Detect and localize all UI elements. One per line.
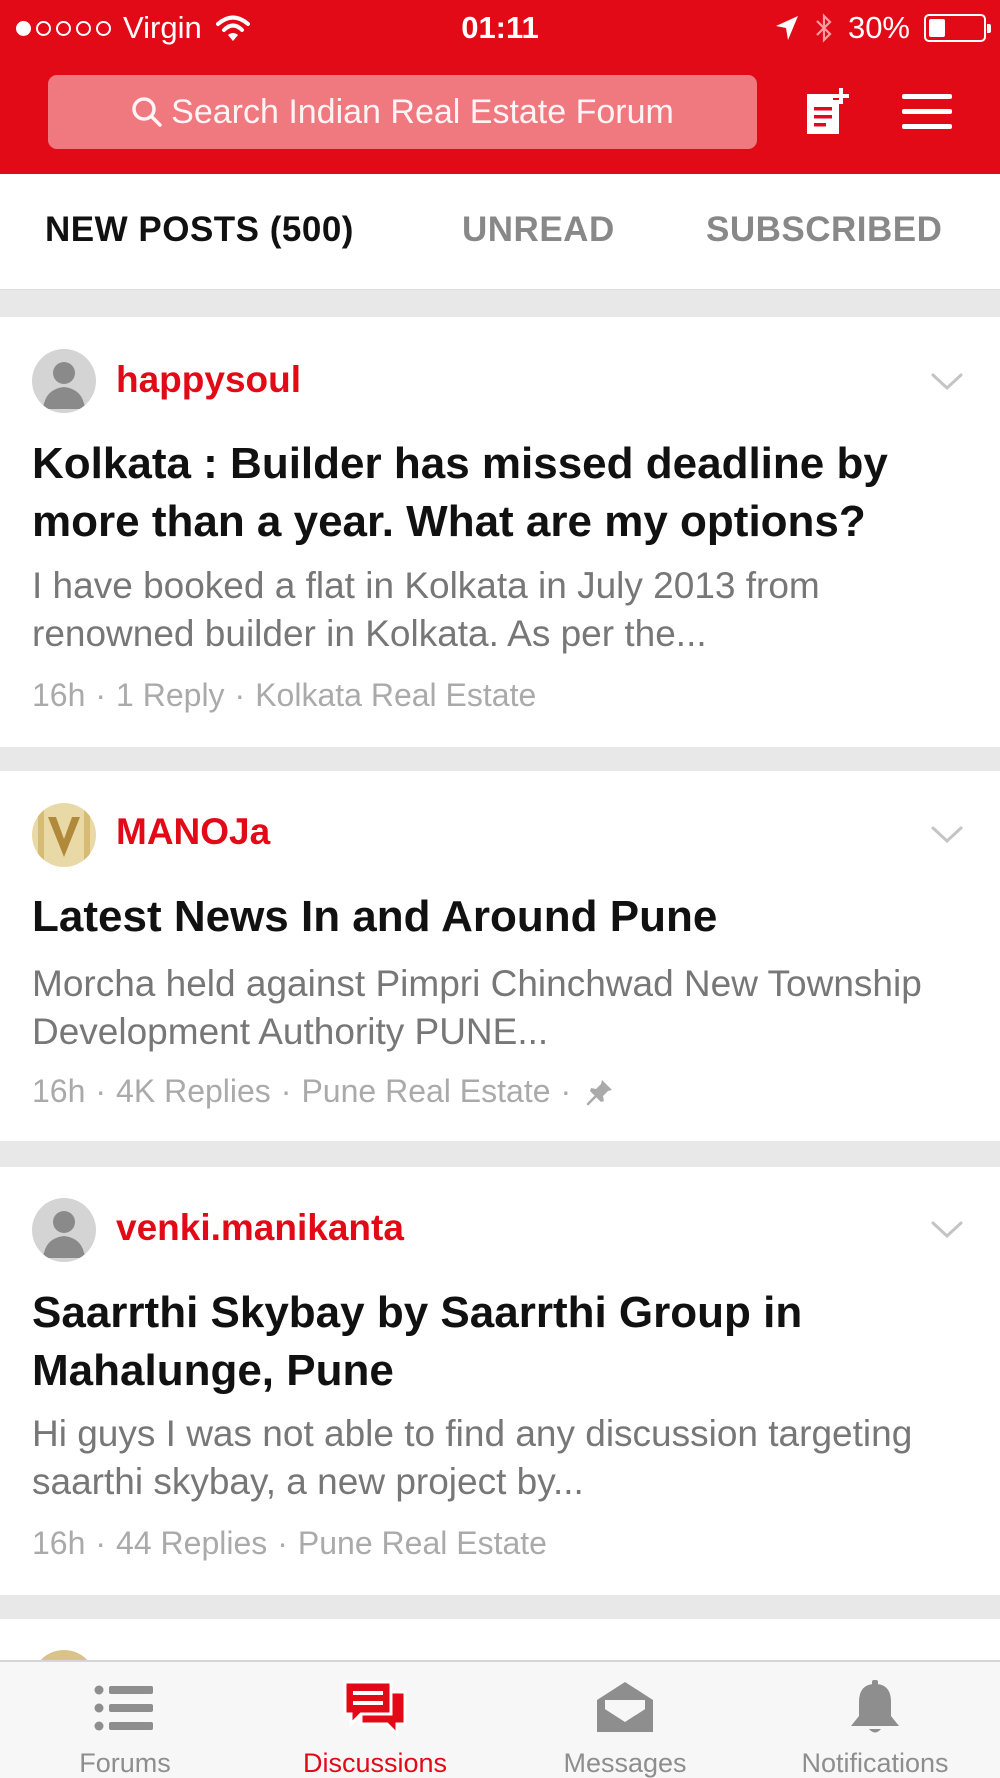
bell-icon <box>851 1680 899 1733</box>
post-card[interactable]: happysoul Kolkata : Builder has missed d… <box>0 317 1000 747</box>
location-arrow-icon <box>775 16 798 40</box>
battery-icon <box>924 14 991 42</box>
post-author[interactable]: MANOJa <box>116 811 270 853</box>
bluetooth-icon <box>816 13 832 43</box>
default-user-avatar-icon <box>32 1198 96 1262</box>
avatar[interactable] <box>32 1198 96 1262</box>
post-reply-count: 4K Replies <box>116 1073 271 1109</box>
discussion-tabs: NEW POSTS (500) UNREAD SUBSCRIBED <box>0 174 1000 290</box>
post-forum[interactable]: Pune Real Estate <box>298 1525 547 1562</box>
post-excerpt: Hi guys I was not able to find any discu… <box>32 1413 913 1502</box>
tab-unread[interactable]: UNREAD <box>462 210 615 250</box>
app-header: Virgin 01:11 30% Search Indian Real Esta… <box>0 0 1000 174</box>
post-excerpt: I have booked a flat in Kolkata in July … <box>32 565 820 654</box>
search-icon <box>132 97 162 127</box>
chevron-down-icon[interactable] <box>930 825 964 845</box>
tab-label: Forums <box>79 1748 171 1778</box>
tab-label: Messages <box>563 1748 687 1778</box>
status-right: 30% <box>774 10 991 46</box>
post-author[interactable]: venki.manikanta <box>116 1207 404 1249</box>
tab-subscribed[interactable]: SUBSCRIBED <box>706 210 942 250</box>
new-post-icon[interactable] <box>800 86 854 140</box>
post-reply-count: 1 Reply <box>116 677 225 713</box>
post-excerpt: Morcha held against Pimpri Chinchwad New… <box>32 963 922 1052</box>
post-card[interactable]: MANOJa Latest News In and Around Pune Mo… <box>0 771 1000 1141</box>
pin-icon <box>586 1079 613 1105</box>
tab-notifications[interactable]: Notifications <box>750 1662 1000 1778</box>
custom-logo-avatar-icon <box>32 803 96 867</box>
hamburger-menu-icon[interactable] <box>900 92 954 132</box>
post-forum[interactable]: Kolkata Real Estate <box>255 677 536 714</box>
post-title[interactable]: Kolkata : Builder has missed deadline by… <box>32 435 972 551</box>
list-icon <box>94 1685 153 1731</box>
tab-new-posts[interactable]: NEW POSTS (500) <box>45 210 354 250</box>
post-card[interactable]: venki.manikanta Saarrthi Skybay by Saarr… <box>0 1167 1000 1595</box>
post-meta: 16h · 44 Replies · Pune Real Estate <box>32 1525 547 1562</box>
post-title[interactable]: Latest News In and Around Pune <box>32 888 972 946</box>
battery-level-fill <box>929 19 945 37</box>
envelope-icon <box>597 1682 653 1732</box>
tab-discussions[interactable]: Discussions <box>250 1662 500 1778</box>
post-time: 16h <box>32 1073 86 1109</box>
tab-label: Notifications <box>801 1748 949 1778</box>
default-user-avatar-icon <box>32 349 96 413</box>
status-bar: Virgin 01:11 30% <box>0 0 1000 56</box>
post-meta: 16h · 4K Replies · Pune Real Estate · <box>32 1073 615 1110</box>
post-time: 16h <box>32 1525 86 1561</box>
chevron-down-icon[interactable] <box>930 1220 964 1240</box>
chevron-down-icon[interactable] <box>930 372 964 392</box>
bottom-tab-bar: Forums Discussions Messages Notification… <box>0 1660 1000 1778</box>
tab-forums[interactable]: Forums <box>0 1662 250 1778</box>
post-time: 16h <box>32 677 86 713</box>
tab-label: Discussions <box>302 1748 448 1778</box>
post-title[interactable]: Saarrthi Skybay by Saarrthi Group in Mah… <box>32 1284 972 1400</box>
battery-percentage: 30% <box>847 10 910 45</box>
post-forum[interactable]: Pune Real Estate <box>301 1073 550 1110</box>
search-input[interactable]: Search Indian Real Estate Forum <box>48 75 757 149</box>
post-reply-count: 44 Replies <box>116 1525 268 1561</box>
tab-messages[interactable]: Messages <box>500 1662 750 1778</box>
post-meta: 16h · 1 Reply · Kolkata Real Estate <box>32 677 537 714</box>
avatar[interactable] <box>32 803 96 867</box>
search-placeholder: Search Indian Real Estate Forum <box>171 92 674 131</box>
post-author[interactable]: happysoul <box>116 359 301 401</box>
discussions-icon <box>343 1680 407 1738</box>
avatar[interactable] <box>32 349 96 413</box>
